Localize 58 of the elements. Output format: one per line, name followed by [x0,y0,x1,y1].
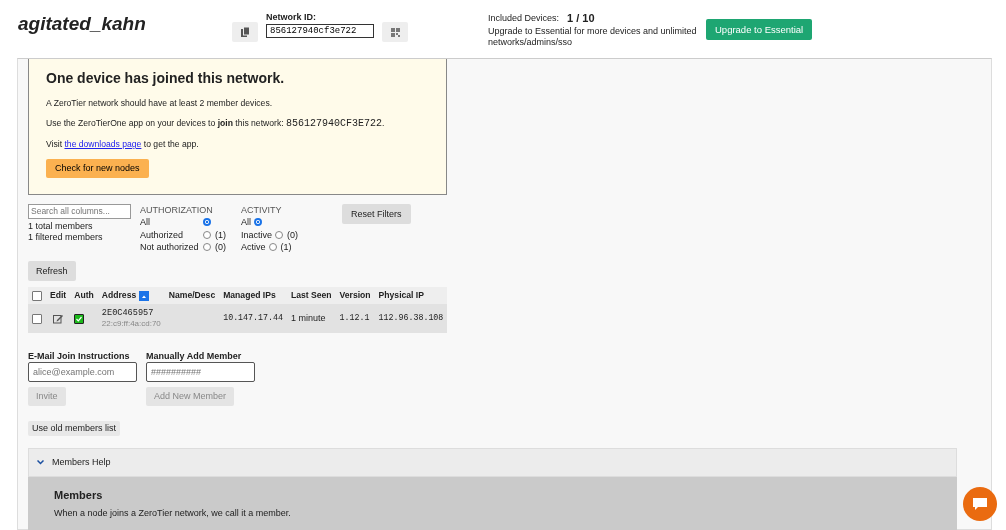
downloads-link[interactable]: the downloads page [64,139,142,150]
network-id-label: Network ID: [266,12,317,24]
copy-icon [240,27,250,37]
sort-icon[interactable] [139,291,150,302]
radio-button[interactable] [254,218,262,227]
radio-button[interactable] [203,230,211,239]
form-label: E-Mail Join Instructions [28,350,131,363]
total-members: 1 total members [28,220,94,232]
radio-button[interactable] [203,243,211,252]
filter-heading: ACTIVITY [241,203,283,217]
filter-option-label: All [241,216,252,229]
check-nodes-button[interactable]: Check for new nodes [46,158,149,178]
device-count: 1 / 10 [567,12,595,26]
reset-filters-button[interactable]: Reset Filters [342,203,411,225]
filter-option-label: Inactive [241,228,274,242]
search-field[interactable]: Search all columns... [28,203,131,219]
last-seen: 1 minute [290,312,326,323]
member-address: 2E0C465957 [101,308,155,319]
filter-count: (0) [287,228,299,242]
chat-icon [972,497,988,511]
version: 1.12.1 [339,313,370,323]
help-heading: Members [54,488,104,503]
form-label: Manually Add Member [146,350,243,363]
edit-icon[interactable] [53,313,64,324]
managed-ip: 10.147.17.44 [223,313,283,323]
copy-button[interactable] [232,22,258,42]
notice-title: One device has joined this network. [46,70,286,87]
radio-button[interactable] [203,218,211,227]
radio-button[interactable] [268,243,277,252]
help-text: When a node joins a ZeroTier network, we call it a member. [54,508,292,520]
filter-count: (1) [215,228,226,242]
filter-count: (1) [280,241,292,254]
old-members-list-button[interactable]: Use old members list [28,420,121,436]
filter-heading: AUTHORIZATION [140,203,214,217]
filter-option-label: All [140,216,151,229]
chevron-icon [37,459,44,465]
downloads-text: Visit the downloads page to get the app. [46,139,200,150]
filter-count: (0) [215,241,226,254]
filter-option-label: Not authorized [140,241,200,254]
row-checkbox[interactable] [32,313,42,324]
qr-code-button[interactable] [382,22,408,42]
network-id-field[interactable]: 856127940cf3e722 [266,24,374,39]
filter-option-label: Authorized [140,228,185,242]
auth-checkbox[interactable] [74,313,85,324]
join-instructions: Use the ZeroTierOne app on your devices to join this network: 856127940CF3E722. [46,117,386,131]
select-all-checkbox[interactable] [32,291,42,302]
radio-button[interactable] [275,230,284,239]
filter-option-label: Active [241,241,267,254]
notice-text: A ZeroTier network should have at least 2 member devices. [46,97,274,109]
upgrade-text: Upgrade to Essential for more devices and unlimited networks/admins/sso [488,25,698,48]
physical-ip: 112.96.38.108 [378,313,444,323]
qr-code-icon [390,27,400,37]
filtered-members: 1 filtered members [28,231,104,244]
included-devices-label: Included Devices: [488,13,560,25]
network-name: agitated_kahn [18,12,147,36]
accordion-header[interactable]: Members Help [28,447,957,477]
refresh-button[interactable]: Refresh [28,260,76,282]
member-mac: 22:c9:ff:4a:cd:70 [101,318,161,329]
